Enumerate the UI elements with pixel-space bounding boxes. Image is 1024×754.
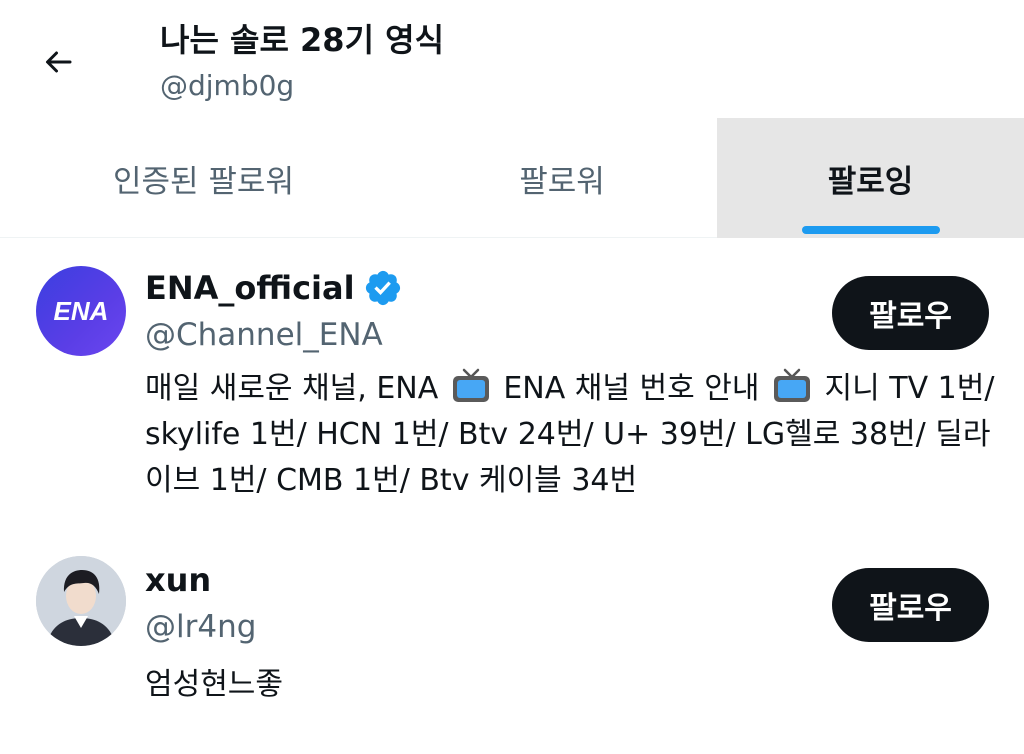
tab-label: 팔로잉 [827, 163, 914, 200]
svg-text:ENA: ENA [54, 296, 109, 326]
back-button[interactable] [30, 34, 86, 90]
follow-button[interactable]: 팔로우 [832, 568, 989, 642]
page-handle: @djmb0g [160, 69, 295, 102]
user-handle: @lr4ng [145, 609, 257, 645]
name-row: xun [145, 558, 211, 602]
follow-button[interactable]: 팔로우 [832, 276, 989, 350]
tab-bar: 인증된 팔로워 팔로워 팔로잉 [0, 118, 1024, 238]
name-row: ENA_official [145, 266, 403, 310]
page-title: 나는 솔로 28기 영식 [160, 21, 445, 59]
user-list-item[interactable]: ENA ENA_official @Channel_ENA 매일 새로운 채널,… [0, 240, 1024, 530]
tab-verified-followers[interactable]: 인증된 팔로워 [0, 118, 407, 238]
avatar[interactable] [36, 556, 126, 646]
user-bio: 엄성현느좋 [145, 667, 283, 702]
user-handle: @Channel_ENA [145, 317, 383, 353]
user-list-item[interactable]: xun @lr4ng 엄성현느좋 팔로우 [0, 540, 1024, 754]
tab-label: 팔로워 [519, 163, 605, 200]
tv-icon [774, 368, 811, 402]
person-photo-icon [36, 556, 126, 646]
arrow-left-icon [46, 51, 72, 73]
active-tab-indicator [802, 226, 940, 234]
ena-logo-icon: ENA [54, 296, 109, 326]
tv-icon [452, 368, 489, 402]
tab-label: 인증된 팔로워 [113, 163, 294, 200]
tab-followers[interactable]: 팔로워 [407, 118, 717, 238]
user-name[interactable]: ENA_official [145, 266, 355, 310]
user-bio: 매일 새로운 채널, ENA ENA 채널 번호 안내 지니 TV 1번/ sk… [145, 366, 1000, 504]
profile-header: 나는 솔로 28기 영식 @djmb0g [0, 0, 1024, 118]
avatar[interactable]: ENA [36, 266, 126, 356]
verified-badge-icon [365, 270, 400, 306]
user-name[interactable]: xun [145, 558, 211, 602]
tab-following[interactable]: 팔로잉 [717, 118, 1024, 238]
